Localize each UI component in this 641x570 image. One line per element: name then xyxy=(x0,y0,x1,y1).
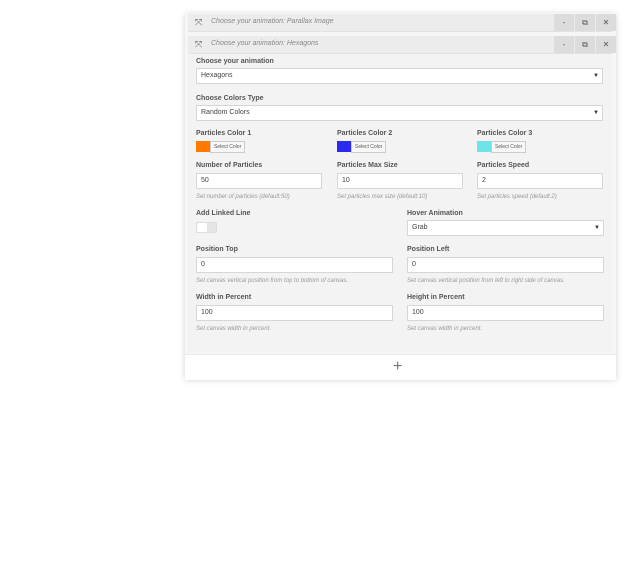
minimize-button[interactable]: - xyxy=(553,36,574,53)
pos-left-help: Set canvas vertical position from left t… xyxy=(407,278,565,284)
colors-type-value: Random Colors xyxy=(201,109,250,116)
animation-panel: ⤧ Choose your animation: Parallax Image … xyxy=(185,13,616,380)
speed-help: Set particles speed (default:2) xyxy=(477,194,557,200)
pos-top-input[interactable]: 0 xyxy=(196,257,393,273)
color2-label: Particles Color 2 xyxy=(337,130,393,137)
hover-select[interactable]: Grab ▼ xyxy=(407,220,604,236)
animation-select[interactable]: Hexagons ▼ xyxy=(196,68,603,84)
pos-top-help: Set canvas vertical position from top to… xyxy=(196,278,349,284)
move-icon[interactable]: ⤧ xyxy=(195,40,204,49)
move-icon[interactable]: ⤧ xyxy=(195,18,204,27)
color1-label: Particles Color 1 xyxy=(196,130,252,137)
max-size-label: Particles Max Size xyxy=(337,162,398,169)
close-button[interactable]: ✕ xyxy=(595,14,616,31)
duplicate-button[interactable]: ⧉ xyxy=(574,36,595,53)
max-size-help: Set particles max size (default:10) xyxy=(337,194,428,200)
color1-select-button[interactable]: Select Color xyxy=(210,141,246,153)
row-header-hexagons[interactable]: ⤧ Choose your animation: Hexagons - ⧉ ✕ xyxy=(188,36,616,54)
close-button[interactable]: ✕ xyxy=(595,36,616,53)
color3-swatch[interactable] xyxy=(477,141,491,152)
height-help: Set canvas width in percent. xyxy=(407,326,483,332)
color2-swatch[interactable] xyxy=(337,141,351,152)
colors-type-select[interactable]: Random Colors ▼ xyxy=(196,105,603,121)
hover-label: Hover Animation xyxy=(407,210,463,217)
num-particles-label: Number of Particles xyxy=(196,162,263,169)
chevron-down-icon: ▼ xyxy=(593,73,599,79)
num-particles-input[interactable]: 50 xyxy=(196,173,322,189)
row-title: Choose your animation: Hexagons xyxy=(211,40,319,47)
height-label: Height in Percent xyxy=(407,294,465,301)
minimize-button[interactable]: - xyxy=(553,14,574,31)
animation-label: Choose your animation xyxy=(196,58,274,65)
row-title: Choose your animation: Parallax Image xyxy=(211,18,334,25)
height-input[interactable]: 100 xyxy=(407,305,604,321)
settings-body: Choose your animation Hexagons ▼ Choose … xyxy=(188,54,612,352)
speed-label: Particles Speed xyxy=(477,162,530,169)
chevron-down-icon: ▼ xyxy=(593,110,599,116)
linked-line-toggle[interactable] xyxy=(196,222,217,233)
colors-type-label: Choose Colors Type xyxy=(196,95,264,102)
duplicate-button[interactable]: ⧉ xyxy=(574,14,595,31)
animation-value: Hexagons xyxy=(201,72,233,79)
color3-select-button[interactable]: Select Color xyxy=(491,141,527,153)
pos-left-label: Position Left xyxy=(407,246,450,253)
num-particles-help: Set number of particles (default:50) xyxy=(196,194,290,200)
chevron-down-icon: ▼ xyxy=(594,225,600,231)
width-label: Width in Percent xyxy=(196,294,252,301)
width-input[interactable]: 100 xyxy=(196,305,393,321)
linked-line-label: Add Linked Line xyxy=(196,210,251,217)
toggle-knob xyxy=(197,223,207,232)
width-help: Set canvas width in percent. xyxy=(196,326,272,332)
hover-value: Grab xyxy=(412,224,428,231)
max-size-input[interactable]: 10 xyxy=(337,173,463,189)
color2-select-button[interactable]: Select Color xyxy=(351,141,387,153)
pos-left-input[interactable]: 0 xyxy=(407,257,604,273)
row-header-parallax[interactable]: ⤧ Choose your animation: Parallax Image … xyxy=(188,14,616,32)
speed-input[interactable]: 2 xyxy=(477,173,603,189)
pos-top-label: Position Top xyxy=(196,246,238,253)
add-animation-button[interactable]: + xyxy=(393,359,402,375)
color1-swatch[interactable] xyxy=(196,141,210,152)
color3-label: Particles Color 3 xyxy=(477,130,533,137)
add-row-bar: + xyxy=(185,354,616,380)
